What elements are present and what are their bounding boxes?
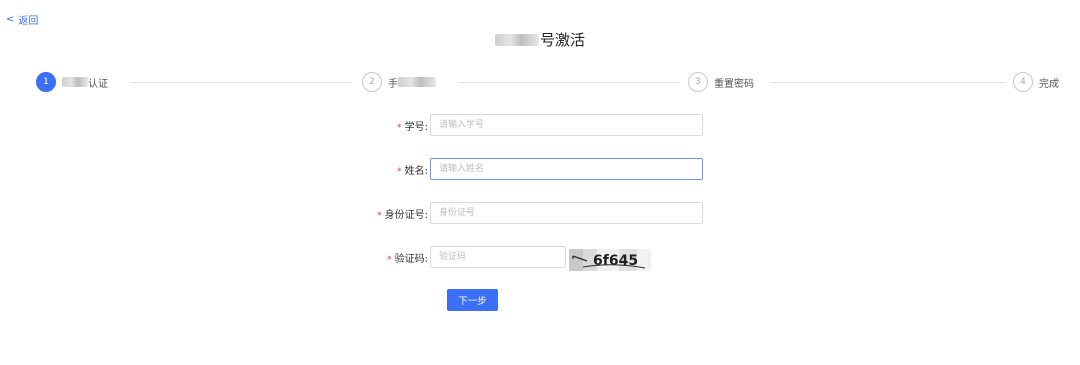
id-card-label-text: 身份证号:	[384, 210, 428, 221]
back-label: 返回	[18, 16, 39, 27]
student-id-label-text: 学号:	[404, 122, 428, 133]
id-card-input[interactable]	[430, 202, 703, 224]
step-3-number: 3	[688, 72, 708, 92]
captcha-label: * 验证码:	[387, 250, 428, 265]
captcha-input[interactable]	[430, 246, 566, 268]
student-id-label: * 学号:	[397, 118, 428, 133]
step-4-label: 完成	[1039, 78, 1059, 90]
required-mark: *	[397, 123, 402, 133]
student-id-row: * 学号:	[0, 114, 1080, 136]
redacted-step-text	[398, 77, 436, 87]
redacted-step-text	[62, 77, 88, 87]
step-2-number: 2	[362, 72, 382, 92]
name-label-text: 姓名:	[404, 166, 428, 177]
step-2-label: 手	[388, 78, 398, 90]
name-label: * 姓名:	[397, 162, 428, 177]
captcha-image[interactable]: 6f645	[569, 249, 651, 271]
required-mark: *	[387, 255, 392, 265]
step-1: 1 认证	[36, 72, 108, 92]
back-link[interactable]: < 返回	[6, 12, 38, 27]
step-1-label: 认证	[88, 78, 108, 90]
step-3-label: 重置密码	[714, 78, 754, 90]
step-connector	[130, 82, 352, 83]
step-3: 3 重置密码	[688, 72, 754, 92]
step-progress: 1 认证 2 手 3 重置密码 4 完成	[0, 72, 1080, 94]
name-row: * 姓名:	[0, 158, 1080, 180]
step-2: 2 手	[362, 72, 436, 92]
required-mark: *	[377, 211, 382, 221]
id-card-row: * 身份证号:	[0, 202, 1080, 224]
step-4-number: 4	[1013, 72, 1033, 92]
step-1-number: 1	[36, 72, 56, 92]
name-input[interactable]	[430, 158, 703, 180]
captcha-image-text: 6f645	[593, 253, 638, 269]
step-connector	[770, 82, 1006, 83]
page-title-text: 号激活	[539, 31, 585, 49]
step-connector	[458, 82, 680, 83]
id-card-label: * 身份证号:	[377, 206, 428, 221]
captcha-label-text: 验证码:	[394, 254, 428, 265]
required-mark: *	[397, 167, 402, 177]
chevron-left-icon: <	[6, 14, 15, 25]
step-4: 4 完成	[1013, 72, 1059, 92]
student-id-input[interactable]	[430, 114, 703, 136]
redacted-title-text	[494, 33, 539, 46]
next-step-button[interactable]: 下一步	[447, 289, 498, 311]
page-title: 号激活	[0, 29, 1080, 50]
captcha-row: *验证码: 6f645	[0, 246, 1080, 271]
